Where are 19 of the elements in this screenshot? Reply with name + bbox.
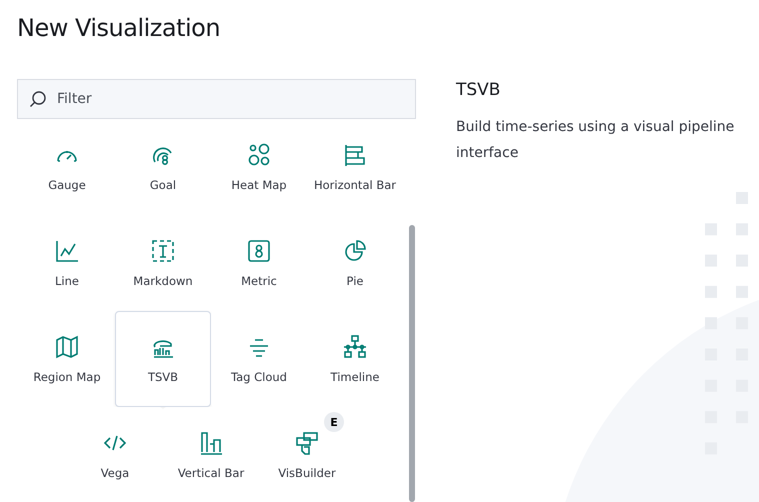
map-icon	[54, 334, 80, 360]
detail-description: Build time-series using a visual pipeline interface	[456, 118, 736, 163]
markdown-icon	[150, 238, 176, 264]
pie-chart-icon	[342, 238, 368, 264]
timeline-icon	[342, 334, 368, 360]
experimental-badge: E	[324, 412, 344, 432]
line-chart-icon	[54, 238, 80, 264]
horizontal-bar-icon	[342, 142, 368, 168]
circles-icon	[246, 142, 272, 168]
search-icon	[29, 90, 47, 108]
scrollbar[interactable]	[409, 225, 415, 502]
builder-icon	[294, 430, 320, 456]
filter-input[interactable]: Filter	[55, 90, 415, 108]
vertical-bar-icon	[198, 430, 224, 456]
metric-icon	[246, 238, 272, 264]
detail-title: TSVB	[456, 80, 500, 100]
visualization-option[interactable]: TSVB	[115, 311, 211, 407]
page-title: New Visualization	[17, 14, 220, 44]
search-bar[interactable]: Filter	[17, 79, 416, 119]
